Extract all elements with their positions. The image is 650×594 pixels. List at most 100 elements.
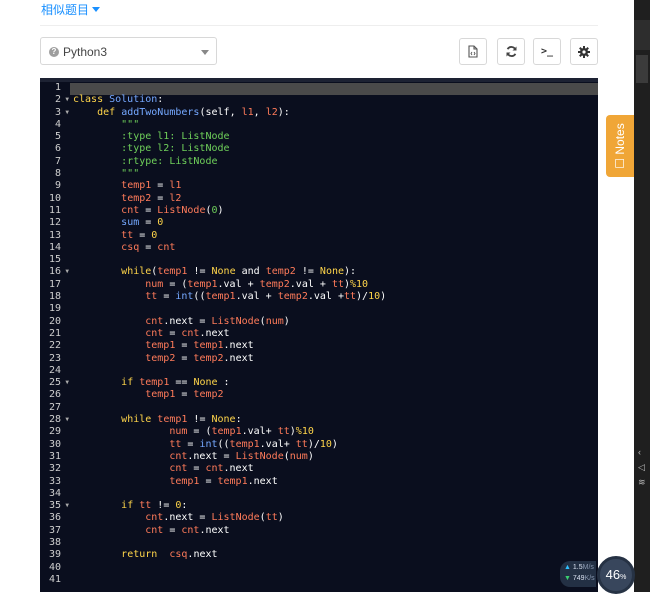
chevron-left-icon[interactable]: ‹ bbox=[638, 447, 641, 457]
upload-arrow-icon: ▲ bbox=[564, 564, 573, 571]
code-token: (( bbox=[193, 291, 206, 303]
code-line[interactable]: if temp1 == None : bbox=[73, 377, 386, 389]
code-token: tt bbox=[265, 512, 278, 524]
code-line[interactable]: temp1 = l1 bbox=[73, 180, 386, 192]
code-line[interactable]: cnt = cnt.next bbox=[73, 328, 386, 340]
code-line[interactable]: temp1 = temp2 bbox=[73, 389, 386, 401]
line-number: 38 bbox=[48, 536, 61, 548]
code-token: )/ bbox=[307, 438, 320, 450]
fold-arrow-icon[interactable]: ▼ bbox=[65, 500, 69, 512]
line-number: 31 bbox=[48, 450, 61, 462]
line-number: 26 bbox=[48, 389, 61, 401]
fold-arrow-icon[interactable]: ▼ bbox=[65, 414, 69, 426]
code-line[interactable]: num = (temp1.val + temp2.val + tt)%10 bbox=[73, 279, 386, 291]
code-line[interactable]: while temp1 != None: bbox=[73, 414, 386, 426]
code-content[interactable]: class Solution: def addTwoNumbers(self, … bbox=[73, 82, 386, 586]
code-token: : bbox=[235, 414, 242, 426]
code-line[interactable]: cnt.next = ListNode(tt) bbox=[73, 512, 386, 524]
code-line[interactable]: cnt.next = ListNode(num) bbox=[73, 451, 386, 463]
code-line[interactable] bbox=[73, 254, 386, 266]
code-token: and bbox=[235, 266, 266, 278]
code-token: temp1 bbox=[169, 475, 200, 487]
console-button[interactable]: >_ bbox=[533, 38, 561, 65]
code-line[interactable]: """ bbox=[73, 119, 386, 131]
upload-value: 1.5 bbox=[572, 564, 583, 571]
template-button[interactable] bbox=[459, 38, 487, 65]
speed-gauge[interactable]: 46% bbox=[597, 556, 635, 594]
code-line[interactable]: cnt.next = ListNode(num) bbox=[73, 316, 386, 328]
code-line[interactable]: if tt != 0: bbox=[73, 500, 386, 512]
code-line[interactable] bbox=[73, 82, 386, 94]
code-token: temp1 bbox=[217, 475, 248, 487]
code-token: = ( bbox=[163, 278, 188, 290]
code-line[interactable]: tt = int((temp1.val+ tt)/10) bbox=[73, 439, 386, 451]
code-line[interactable]: temp1 = temp1.next bbox=[73, 476, 386, 488]
code-line[interactable]: :type l2: ListNode bbox=[73, 143, 386, 155]
similar-problems-dropdown[interactable]: 相似题目 bbox=[41, 1, 101, 18]
code-line[interactable]: :type l1: ListNode bbox=[73, 131, 386, 143]
panel-scroll-thumb[interactable] bbox=[636, 55, 648, 83]
code-line[interactable] bbox=[73, 365, 386, 377]
code-line[interactable] bbox=[73, 537, 386, 549]
code-line[interactable] bbox=[73, 562, 386, 574]
code-line[interactable]: cnt = cnt.next bbox=[73, 525, 386, 537]
fold-arrow-icon[interactable]: ▼ bbox=[65, 377, 69, 389]
code-token: ) bbox=[307, 450, 314, 462]
code-line[interactable]: tt = int((temp1.val + temp2.val +tt)/10) bbox=[73, 291, 386, 303]
code-line[interactable] bbox=[73, 488, 386, 500]
code-line[interactable]: def addTwoNumbers(self, l1, l2): bbox=[73, 107, 386, 119]
line-number: 7 bbox=[54, 155, 61, 167]
line-number: 28 ▼ bbox=[48, 414, 69, 426]
fold-arrow-icon[interactable]: ▼ bbox=[65, 266, 69, 278]
code-line[interactable]: temp2 = temp2.next bbox=[73, 353, 386, 365]
download-arrow-icon: ▼ bbox=[564, 575, 573, 582]
line-number: 12 bbox=[48, 217, 61, 229]
code-line[interactable]: """ bbox=[73, 168, 386, 180]
code-line[interactable]: :rtype: ListNode bbox=[73, 156, 386, 168]
code-token: 0 bbox=[151, 229, 158, 241]
language-select[interactable]: ? Python3 bbox=[40, 37, 217, 65]
code-line[interactable]: cnt = ListNode(0) bbox=[73, 205, 386, 217]
code-token: .next bbox=[223, 340, 254, 352]
code-token: 0 bbox=[157, 217, 164, 229]
code-line[interactable]: cnt = cnt.next bbox=[73, 463, 386, 475]
settings-button[interactable] bbox=[570, 38, 598, 65]
code-token: .val + bbox=[289, 278, 332, 290]
notes-tab[interactable]: ☐ Notes bbox=[606, 115, 634, 177]
code-token: if bbox=[121, 500, 140, 512]
code-token: ListNode bbox=[211, 315, 260, 327]
code-line[interactable] bbox=[73, 303, 386, 315]
code-line[interactable]: temp2 = l2 bbox=[73, 193, 386, 205]
code-line[interactable]: tt = 0 bbox=[73, 230, 386, 242]
fold-arrow-icon[interactable]: ▼ bbox=[65, 94, 69, 106]
code-line[interactable]: sum = 0 bbox=[73, 217, 386, 229]
wifi-icon[interactable]: ≋ bbox=[638, 477, 646, 488]
fold-arrow-icon[interactable]: ▼ bbox=[65, 107, 69, 119]
line-number: 10 bbox=[48, 192, 61, 204]
help-icon: ? bbox=[49, 47, 59, 57]
speaker-icon[interactable]: ◁ bbox=[638, 462, 645, 473]
code-line[interactable]: temp1 = temp1.next bbox=[73, 340, 386, 352]
code-token: addTwoNumbers bbox=[121, 106, 200, 118]
code-line[interactable]: return csq.next bbox=[73, 549, 386, 561]
code-line[interactable] bbox=[73, 402, 386, 414]
code-token: (( bbox=[217, 438, 230, 450]
code-line[interactable]: class Solution: bbox=[73, 94, 386, 106]
code-line[interactable]: while(temp1 != None and temp2 != None): bbox=[73, 266, 386, 278]
code-line[interactable]: csq = cnt bbox=[73, 242, 386, 254]
line-number: 20 bbox=[48, 315, 61, 327]
code-line[interactable]: num = (temp1.val+ tt)%10 bbox=[73, 426, 386, 438]
code-line[interactable] bbox=[73, 574, 386, 586]
network-speed-widget: ▲ 1.5M/s ▼ 749K/s bbox=[560, 561, 596, 587]
code-editor[interactable]: 1 2 ▼ 3 ▼ 4 5 6 7 8 9 10 11 12 13 14 15 16 ▼ 17 18 19 20 21 22 23… bbox=[40, 78, 598, 592]
code-token: = bbox=[175, 389, 194, 401]
line-number: 15 bbox=[48, 254, 61, 266]
code-token: ) bbox=[331, 438, 338, 450]
reset-button[interactable] bbox=[497, 38, 525, 65]
code-token: ListNode bbox=[235, 450, 284, 462]
